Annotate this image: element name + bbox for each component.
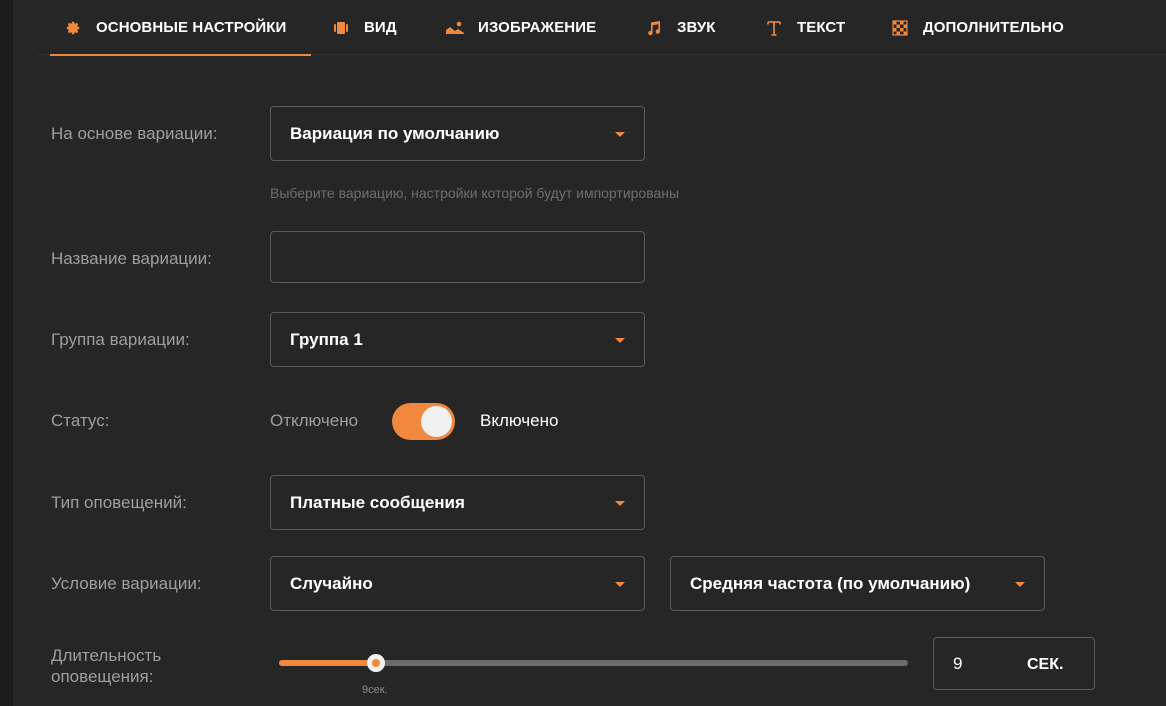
duration-label-line2: оповещения:	[51, 667, 154, 686]
status-on-label: Включено	[480, 411, 559, 430]
tab-label: ДОПОЛНИТЕЛЬНО	[923, 19, 1064, 36]
tab-image[interactable]: ИЗОБРАЖЕНИЕ	[445, 0, 596, 55]
base-variation-hint: Выберите вариацию, настройки которой буд…	[270, 185, 680, 201]
base-variation-value: Вариация по умолчанию	[290, 123, 500, 143]
status-off-label: Отключено	[270, 411, 359, 430]
duration-label-line1: Длительность	[51, 646, 162, 665]
text-icon	[764, 18, 784, 38]
image-icon	[445, 18, 465, 38]
gear-icon	[63, 18, 83, 38]
frequency-value: Средняя частота (по умолчанию)	[690, 573, 971, 593]
tab-bar: ОСНОВНЫЕ НАСТРОЙКИ ВИД ИЗОБРАЖЕНИЕ ЗВУК …	[38, 0, 1166, 56]
variation-name-input[interactable]	[270, 231, 645, 283]
status-label: Статус:	[51, 411, 110, 430]
base-variation-label: На основе вариации:	[51, 124, 218, 143]
tab-label: ИЗОБРАЖЕНИЕ	[478, 19, 597, 36]
tab-label: ТЕКСТ	[797, 19, 846, 36]
variation-group-value: Группа 1	[290, 329, 363, 349]
caret-down-icon	[1015, 581, 1025, 587]
checkerboard-icon	[890, 18, 910, 38]
tab-label: ЗВУК	[677, 19, 716, 36]
variation-group-select[interactable]: Группа 1	[270, 312, 645, 367]
music-note-icon	[644, 18, 664, 38]
tab-text[interactable]: ТЕКСТ	[764, 0, 845, 55]
duration-input[interactable]: 9 СЕК.	[933, 637, 1095, 690]
notification-type-label: Тип оповещений:	[51, 493, 187, 512]
tab-label: ВИД	[364, 19, 397, 36]
duration-unit: СЕК.	[1027, 656, 1064, 673]
caret-down-icon	[615, 131, 625, 137]
frequency-select[interactable]: Средняя частота (по умолчанию)	[670, 556, 1045, 611]
slider-value-caption: 9сек.	[362, 684, 388, 696]
variation-name-label: Название вариации:	[51, 249, 212, 268]
base-variation-select[interactable]: Вариация по умолчанию	[270, 106, 645, 161]
variation-condition-label: Условие вариации:	[51, 574, 202, 593]
tab-label: ОСНОВНЫЕ НАСТРОЙКИ	[96, 19, 287, 36]
slider-fill	[279, 660, 377, 666]
notification-type-value: Платные сообщения	[290, 492, 465, 512]
tab-view[interactable]: ВИД	[331, 0, 397, 55]
left-strip	[0, 0, 13, 706]
caret-down-icon	[615, 500, 625, 506]
notification-type-select[interactable]: Платные сообщения	[270, 475, 645, 530]
tab-additional[interactable]: ДОПОЛНИТЕЛЬНО	[890, 0, 1064, 55]
film-icon	[331, 18, 351, 38]
variation-group-label: Группа вариации:	[51, 330, 190, 349]
tab-sound[interactable]: ЗВУК	[644, 0, 716, 55]
duration-slider[interactable]	[279, 654, 908, 672]
duration-label: Длительность оповещения:	[51, 645, 161, 687]
variation-condition-select[interactable]: Случайно	[270, 556, 645, 611]
status-toggle[interactable]	[392, 403, 455, 440]
toggle-knob	[421, 406, 452, 437]
variation-condition-value: Случайно	[290, 573, 373, 593]
tab-basic-settings[interactable]: ОСНОВНЫЕ НАСТРОЙКИ	[49, 0, 312, 56]
caret-down-icon	[615, 337, 625, 343]
duration-value: 9	[953, 654, 963, 673]
caret-down-icon	[615, 581, 625, 587]
